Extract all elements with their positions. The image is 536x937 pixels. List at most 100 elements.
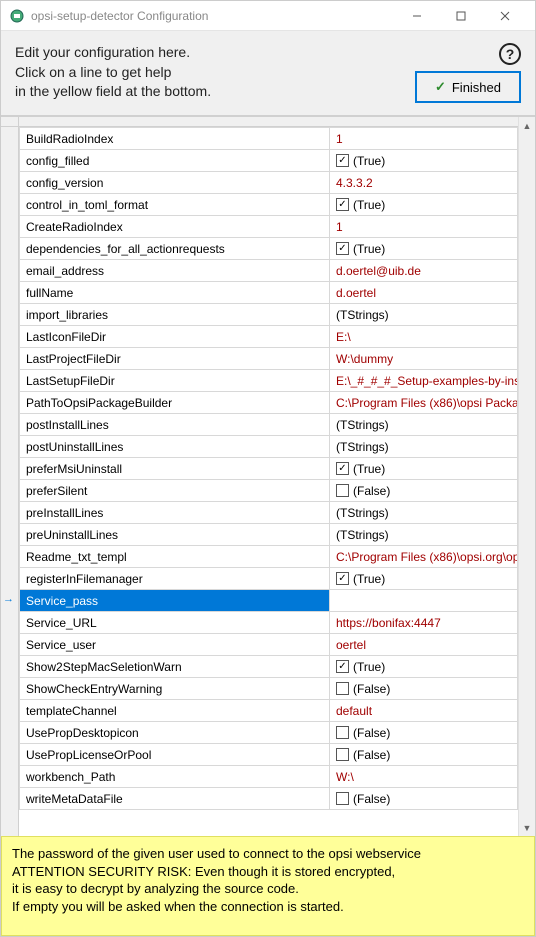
property-value[interactable] (330, 590, 518, 612)
table-row[interactable]: preferSilent(False) (20, 480, 518, 502)
checkbox-icon[interactable]: ✓ (336, 198, 349, 211)
table-row[interactable]: UsePropDesktopicon(False) (20, 722, 518, 744)
property-value[interactable]: ✓(True) (330, 194, 518, 216)
property-key[interactable]: preferMsiUninstall (20, 458, 330, 480)
property-value[interactable]: ✓(True) (330, 656, 518, 678)
property-value[interactable]: C:\Program Files (x86)\opsi PackageBuil (330, 392, 518, 414)
checkbox-icon[interactable]: ✓ (336, 462, 349, 475)
property-grid[interactable]: BuildRadioIndex1config_filled✓(True)conf… (19, 117, 518, 836)
property-value[interactable]: (TStrings) (330, 414, 518, 436)
checkbox-icon[interactable] (336, 748, 349, 761)
table-row[interactable]: UsePropLicenseOrPool(False) (20, 744, 518, 766)
property-value[interactable]: ✓(True) (330, 568, 518, 590)
property-key[interactable]: control_in_toml_format (20, 194, 330, 216)
value-input[interactable] (330, 591, 517, 611)
property-value[interactable]: ✓(True) (330, 238, 518, 260)
table-row[interactable]: postInstallLines(TStrings) (20, 414, 518, 436)
table-row[interactable]: BuildRadioIndex1 (20, 128, 518, 150)
property-value[interactable]: W:\ (330, 766, 518, 788)
property-key[interactable]: ShowCheckEntryWarning (20, 678, 330, 700)
property-value[interactable]: (TStrings) (330, 304, 518, 326)
property-value[interactable]: ✓(True) (330, 458, 518, 480)
property-value[interactable]: (TStrings) (330, 524, 518, 546)
finished-button[interactable]: ✓ Finished (415, 71, 521, 103)
table-row[interactable]: preInstallLines(TStrings) (20, 502, 518, 524)
property-value[interactable]: (False) (330, 788, 518, 810)
table-row[interactable]: writeMetaDataFile(False) (20, 788, 518, 810)
minimize-button[interactable] (395, 1, 439, 31)
property-value[interactable]: default (330, 700, 518, 722)
property-value[interactable]: d.oertel (330, 282, 518, 304)
table-row[interactable]: registerInFilemanager✓(True) (20, 568, 518, 590)
checkbox-icon[interactable] (336, 484, 349, 497)
property-key[interactable]: Show2StepMacSeletionWarn (20, 656, 330, 678)
property-value[interactable]: (False) (330, 744, 518, 766)
maximize-button[interactable] (439, 1, 483, 31)
property-key[interactable]: Service_user (20, 634, 330, 656)
property-key[interactable]: email_address (20, 260, 330, 282)
property-value[interactable]: E:\_#_#_#_Setup-examples-by-installer\ (330, 370, 518, 392)
scroll-down-icon[interactable]: ▼ (519, 819, 535, 836)
property-value[interactable]: (TStrings) (330, 436, 518, 458)
table-row[interactable]: control_in_toml_format✓(True) (20, 194, 518, 216)
table-row[interactable]: dependencies_for_all_actionrequests✓(Tru… (20, 238, 518, 260)
property-key[interactable]: preUninstallLines (20, 524, 330, 546)
table-row[interactable]: Service_URLhttps://bonifax:4447 (20, 612, 518, 634)
close-button[interactable] (483, 1, 527, 31)
property-key[interactable]: postUninstallLines (20, 436, 330, 458)
property-key[interactable]: Service_pass (20, 590, 330, 612)
checkbox-icon[interactable] (336, 792, 349, 805)
table-row[interactable]: preferMsiUninstall✓(True) (20, 458, 518, 480)
property-value[interactable]: 1 (330, 216, 518, 238)
property-key[interactable]: UsePropLicenseOrPool (20, 744, 330, 766)
table-row[interactable]: PathToOpsiPackageBuilderC:\Program Files… (20, 392, 518, 414)
property-value[interactable]: E:\ (330, 326, 518, 348)
property-value[interactable]: (False) (330, 480, 518, 502)
property-value[interactable]: 1 (330, 128, 518, 150)
table-row[interactable]: LastIconFileDirE:\ (20, 326, 518, 348)
checkbox-icon[interactable]: ✓ (336, 660, 349, 673)
table-row[interactable]: Show2StepMacSeletionWarn✓(True) (20, 656, 518, 678)
property-key[interactable]: Readme_txt_templ (20, 546, 330, 568)
property-key[interactable]: preInstallLines (20, 502, 330, 524)
property-key[interactable]: dependencies_for_all_actionrequests (20, 238, 330, 260)
property-key[interactable]: LastIconFileDir (20, 326, 330, 348)
property-key[interactable]: fullName (20, 282, 330, 304)
table-row[interactable]: LastSetupFileDirE:\_#_#_#_Setup-examples… (20, 370, 518, 392)
table-row[interactable]: email_addressd.oertel@uib.de (20, 260, 518, 282)
vertical-scrollbar[interactable]: ▲ ▼ (518, 117, 535, 836)
table-row[interactable]: Service_pass (20, 590, 518, 612)
property-key[interactable]: PathToOpsiPackageBuilder (20, 392, 330, 414)
property-value[interactable]: (False) (330, 678, 518, 700)
table-row[interactable]: config_filled✓(True) (20, 150, 518, 172)
scroll-up-icon[interactable]: ▲ (519, 117, 535, 134)
help-icon[interactable]: ? (499, 43, 521, 65)
property-key[interactable]: preferSilent (20, 480, 330, 502)
table-row[interactable]: config_version4.3.3.2 (20, 172, 518, 194)
property-key[interactable]: Service_URL (20, 612, 330, 634)
property-value[interactable]: d.oertel@uib.de (330, 260, 518, 282)
property-key[interactable]: LastSetupFileDir (20, 370, 330, 392)
property-key[interactable]: config_version (20, 172, 330, 194)
property-key[interactable]: LastProjectFileDir (20, 348, 330, 370)
property-key[interactable]: workbench_Path (20, 766, 330, 788)
property-value[interactable]: https://bonifax:4447 (330, 612, 518, 634)
property-key[interactable]: CreateRadioIndex (20, 216, 330, 238)
property-key[interactable]: writeMetaDataFile (20, 788, 330, 810)
property-value[interactable]: (TStrings) (330, 502, 518, 524)
checkbox-icon[interactable] (336, 726, 349, 739)
property-value[interactable]: (False) (330, 722, 518, 744)
table-row[interactable]: workbench_PathW:\ (20, 766, 518, 788)
property-value[interactable]: oertel (330, 634, 518, 656)
checkbox-icon[interactable] (336, 682, 349, 695)
property-key[interactable]: templateChannel (20, 700, 330, 722)
table-row[interactable]: templateChanneldefault (20, 700, 518, 722)
table-row[interactable]: import_libraries(TStrings) (20, 304, 518, 326)
property-key[interactable]: config_filled (20, 150, 330, 172)
property-key[interactable]: registerInFilemanager (20, 568, 330, 590)
property-key[interactable]: postInstallLines (20, 414, 330, 436)
property-key[interactable]: UsePropDesktopicon (20, 722, 330, 744)
property-key[interactable]: import_libraries (20, 304, 330, 326)
property-value[interactable]: C:\Program Files (x86)\opsi.org\opsi-set (330, 546, 518, 568)
table-row[interactable]: postUninstallLines(TStrings) (20, 436, 518, 458)
